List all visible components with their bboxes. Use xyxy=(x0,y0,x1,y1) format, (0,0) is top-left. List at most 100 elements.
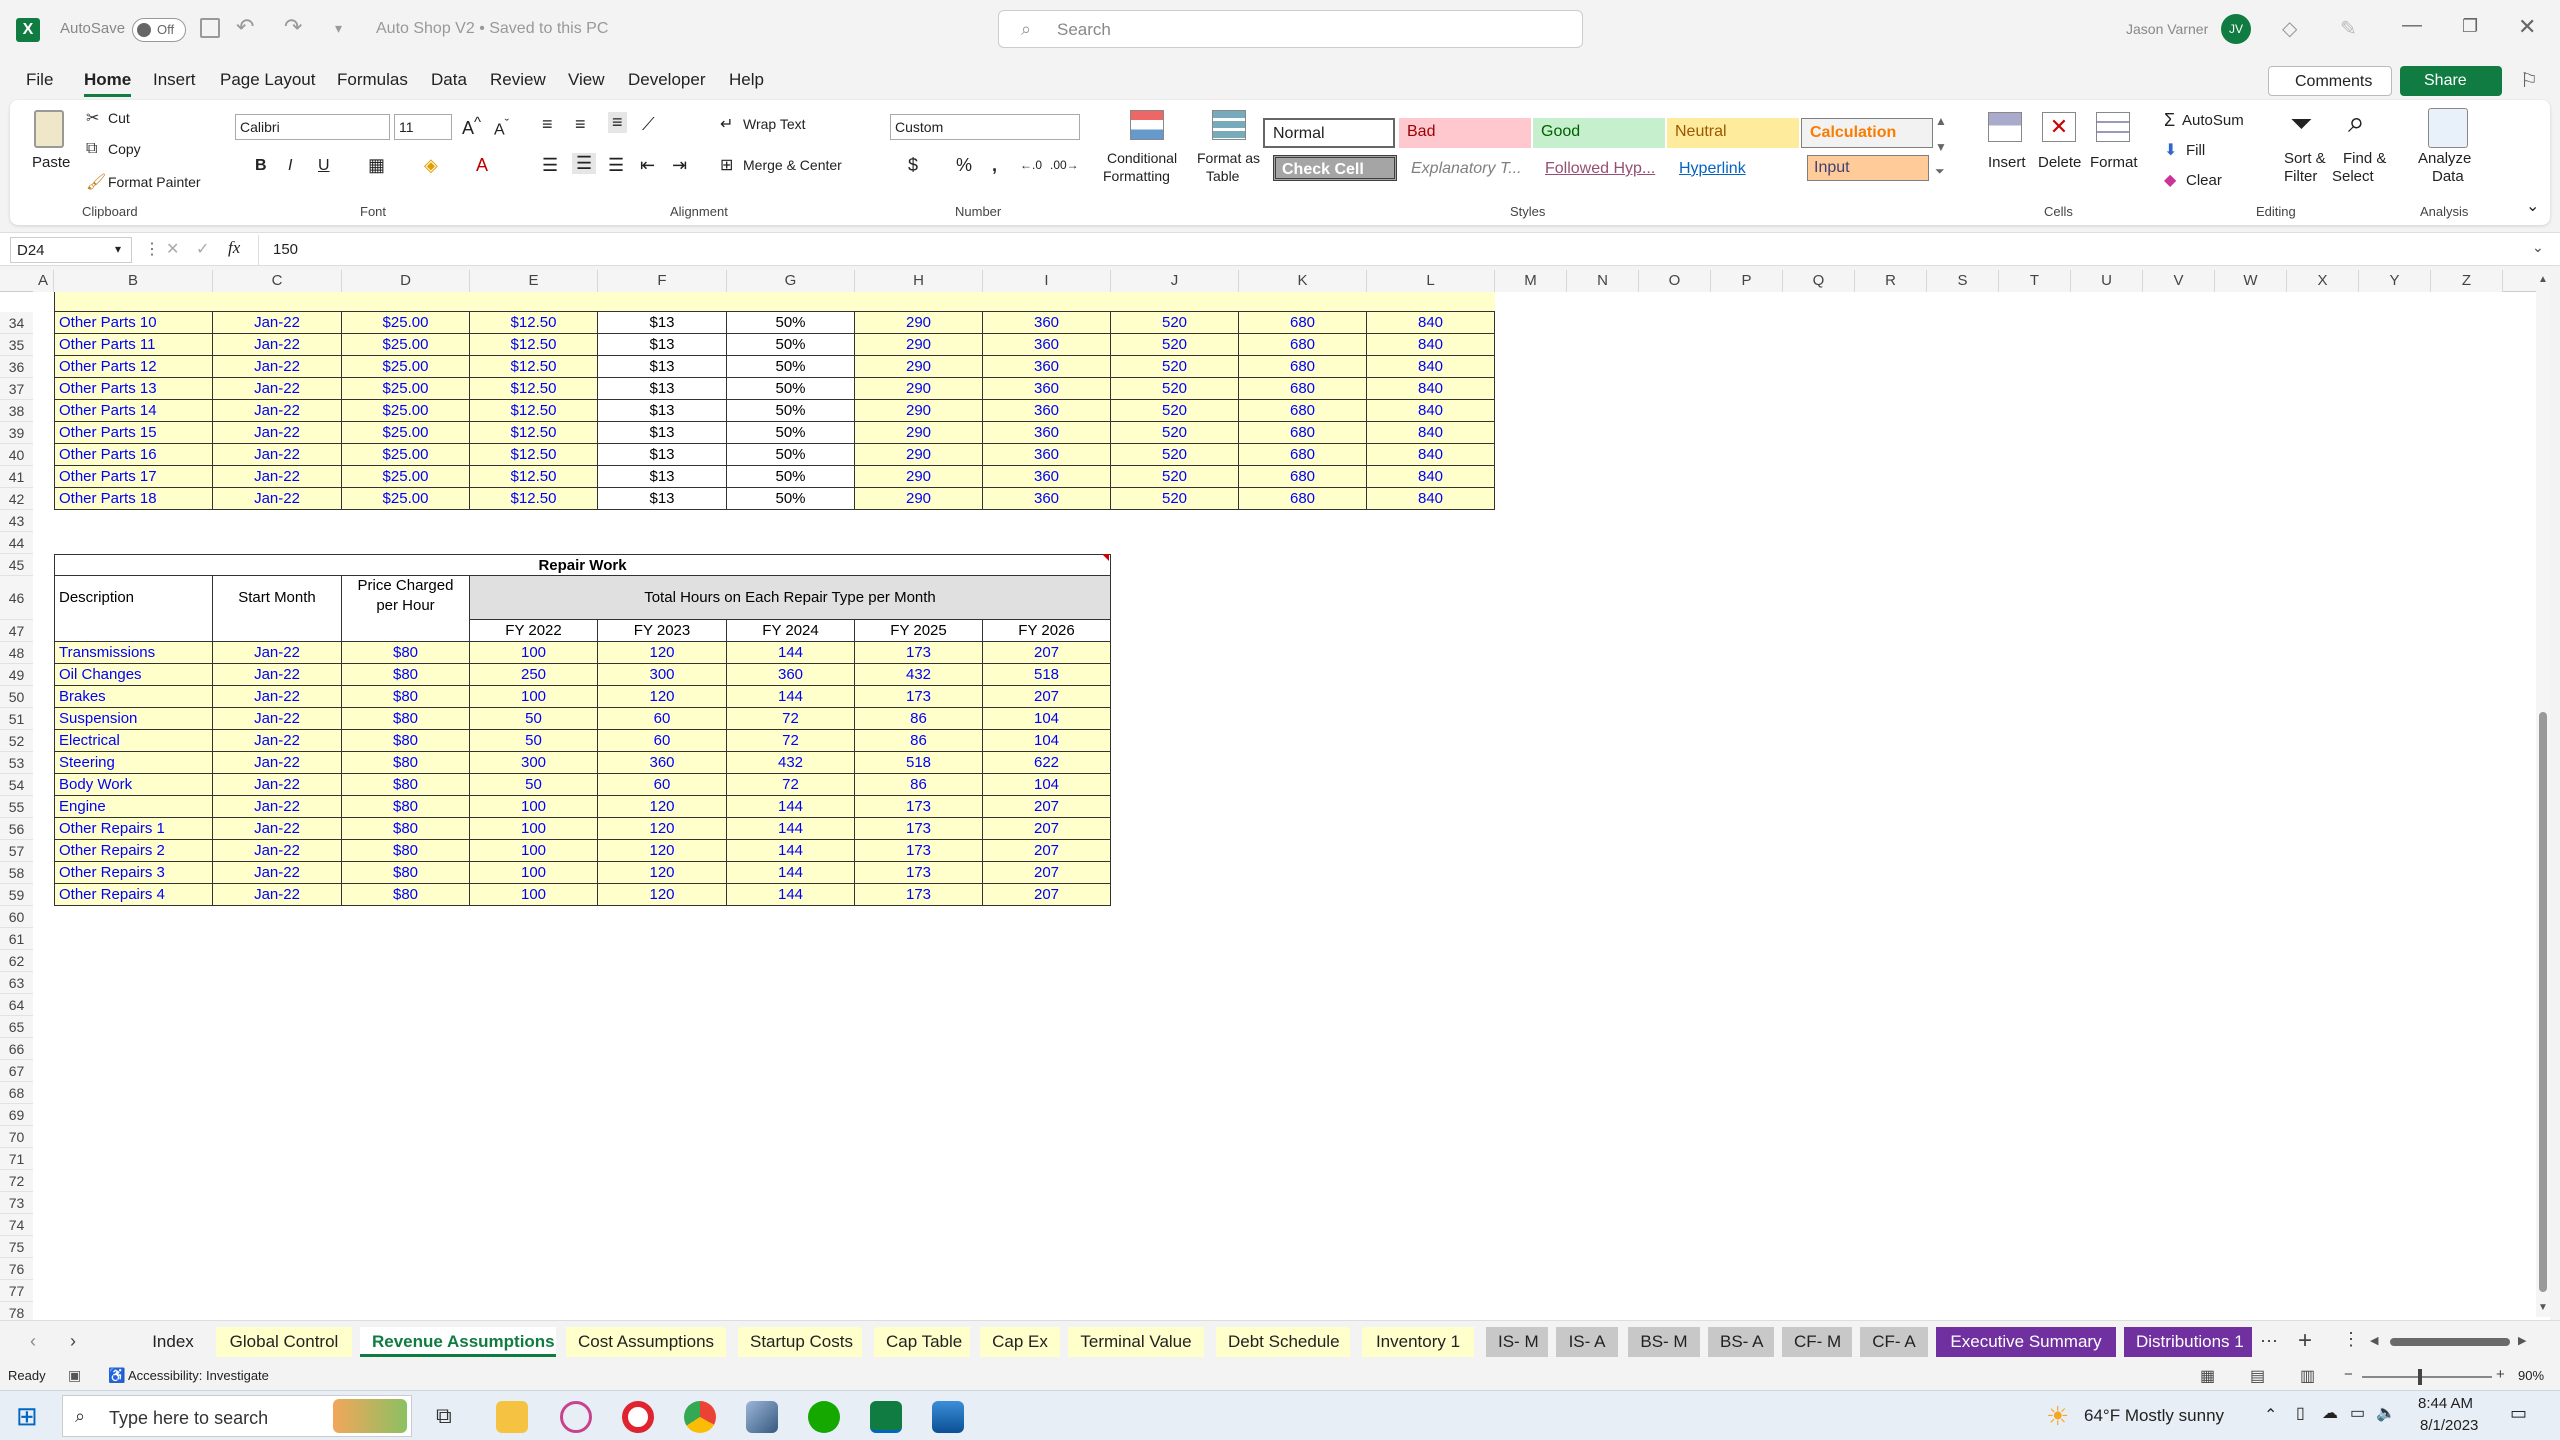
comments-button[interactable]: Comments xyxy=(2268,66,2392,96)
repair-price-cell[interactable]: $80 xyxy=(342,818,470,840)
repair-hours-cell[interactable]: 360 xyxy=(727,664,855,686)
zoom-level[interactable]: 90% xyxy=(2518,1368,2544,1383)
part-units-cell[interactable]: 680 xyxy=(1239,400,1367,422)
part-units-cell[interactable]: 840 xyxy=(1367,356,1495,378)
repair-hours-cell[interactable]: 250 xyxy=(470,664,598,686)
analyze-data-label[interactable]: Analyze xyxy=(2418,150,2471,167)
menu-help[interactable]: Help xyxy=(729,70,764,90)
repair-price-cell[interactable]: $80 xyxy=(342,686,470,708)
decrease-font-icon[interactable]: Aˇ xyxy=(494,116,509,139)
formula-input[interactable]: 150 xyxy=(258,235,2528,265)
repair-hours-cell[interactable]: 207 xyxy=(983,884,1111,906)
row-header[interactable]: 57 xyxy=(0,840,33,862)
part-units-cell[interactable]: 360 xyxy=(983,400,1111,422)
minimize-icon[interactable]: — xyxy=(2402,14,2422,37)
repair-hours-cell[interactable]: 173 xyxy=(855,862,983,884)
part-rounded-cell[interactable]: $13 xyxy=(598,400,727,422)
part-rounded-cell[interactable]: $13 xyxy=(598,444,727,466)
part-margin-cell[interactable]: 50% xyxy=(727,356,855,378)
menu-home[interactable]: Home xyxy=(84,70,132,97)
price-header[interactable]: Price Charged per Hour xyxy=(342,576,470,620)
part-rounded-cell[interactable]: $13 xyxy=(598,378,727,400)
autosum-icon[interactable]: Σ xyxy=(2164,110,2175,131)
insert-function-icon[interactable]: fx xyxy=(228,238,240,258)
cut-icon[interactable]: ✂ xyxy=(86,108,99,128)
sheet-options-icon[interactable]: ⋮ xyxy=(2342,1329,2360,1350)
weather-icon[interactable]: ☀ xyxy=(2046,1401,2069,1432)
styles-scroll-down-icon[interactable]: ▼ xyxy=(1935,140,1947,154)
part-units-cell[interactable]: 840 xyxy=(1367,444,1495,466)
part-name-cell[interactable]: Other Parts 14 xyxy=(54,400,213,422)
comma-icon[interactable]: , xyxy=(992,155,997,176)
collapse-ribbon-icon[interactable]: ⌄ xyxy=(2526,196,2539,216)
pen-app-icon[interactable] xyxy=(746,1401,778,1433)
sheet-tab[interactable]: BS- A xyxy=(1708,1327,1774,1357)
part-units-cell[interactable]: 360 xyxy=(983,422,1111,444)
repair-hours-cell[interactable]: 120 xyxy=(598,642,727,664)
row-header[interactable]: 68 xyxy=(0,1082,33,1104)
repair-price-cell[interactable]: $80 xyxy=(342,840,470,862)
repair-price-cell[interactable]: $80 xyxy=(342,752,470,774)
row-header[interactable]: 50 xyxy=(0,686,33,708)
part-price-cell[interactable]: $25.00 xyxy=(342,422,470,444)
row-header[interactable]: 71 xyxy=(0,1148,33,1170)
repair-hours-cell[interactable]: 100 xyxy=(470,796,598,818)
row-header[interactable]: 47 xyxy=(0,620,33,642)
restore-icon[interactable]: ❐ xyxy=(2462,16,2478,37)
part-units-cell[interactable]: 840 xyxy=(1367,378,1495,400)
tray-device-icon[interactable]: ▯ xyxy=(2296,1403,2305,1423)
repair-month-cell[interactable]: Jan-22 xyxy=(213,840,342,862)
sort-filter-icon[interactable]: ⏷ xyxy=(2290,108,2312,141)
repair-hours-cell[interactable]: 144 xyxy=(727,642,855,664)
wrap-text-label[interactable]: Wrap Text xyxy=(743,116,806,132)
increase-decimal-icon[interactable]: ←.0 xyxy=(1020,158,1042,172)
part-units-cell[interactable]: 520 xyxy=(1111,444,1239,466)
part-units-cell[interactable]: 840 xyxy=(1367,334,1495,356)
user-avatar[interactable]: JV xyxy=(2221,14,2251,44)
repair-name-cell[interactable]: Other Repairs 3 xyxy=(54,862,213,884)
analyze-data-label-2[interactable]: Data xyxy=(2432,168,2464,185)
cut-label[interactable]: Cut xyxy=(108,110,130,126)
confirm-entry-icon[interactable]: ✓ xyxy=(196,239,209,259)
excel-taskbar-icon[interactable] xyxy=(870,1401,902,1433)
part-units-cell[interactable]: 290 xyxy=(855,378,983,400)
repair-price-cell[interactable]: $80 xyxy=(342,708,470,730)
paste-icon[interactable] xyxy=(34,110,64,148)
row-header[interactable]: 67 xyxy=(0,1060,33,1082)
repair-hours-cell[interactable]: 50 xyxy=(470,730,598,752)
blank-header-cell[interactable] xyxy=(213,620,342,642)
part-units-cell[interactable]: 680 xyxy=(1239,356,1367,378)
repair-hours-cell[interactable]: 120 xyxy=(598,686,727,708)
part-margin-cell[interactable]: 50% xyxy=(727,444,855,466)
bold-icon[interactable]: B xyxy=(255,157,267,175)
part-units-cell[interactable]: 840 xyxy=(1367,312,1495,334)
row-header[interactable]: 59 xyxy=(0,884,33,906)
close-icon[interactable]: ✕ xyxy=(2518,14,2536,40)
style-explanatory[interactable]: Explanatory T... xyxy=(1403,155,1531,185)
part-units-cell[interactable]: 680 xyxy=(1239,312,1367,334)
description-header[interactable]: Description xyxy=(54,576,213,620)
part-units-cell[interactable]: 840 xyxy=(1367,466,1495,488)
sheet-tab[interactable]: CF- M xyxy=(1782,1327,1852,1357)
repair-hours-cell[interactable]: 72 xyxy=(727,730,855,752)
repair-hours-cell[interactable]: 173 xyxy=(855,884,983,906)
row-header[interactable]: 62 xyxy=(0,950,33,972)
row-header[interactable]: 45 xyxy=(0,554,33,576)
repair-hours-cell[interactable]: 86 xyxy=(855,774,983,796)
repair-month-cell[interactable]: Jan-22 xyxy=(213,862,342,884)
part-units-cell[interactable]: 520 xyxy=(1111,378,1239,400)
part-rounded-cell[interactable]: $13 xyxy=(598,466,727,488)
accessibility-icon[interactable]: ♿ xyxy=(108,1367,125,1384)
new-sheet-icon[interactable]: + xyxy=(2298,1327,2312,1355)
next-sheet-icon[interactable]: › xyxy=(70,1331,76,1352)
column-header[interactable]: Q xyxy=(1783,270,1855,292)
repair-hours-cell[interactable]: 144 xyxy=(727,862,855,884)
repair-name-cell[interactable]: Suspension xyxy=(54,708,213,730)
repair-hours-cell[interactable]: 86 xyxy=(855,708,983,730)
fill-icon[interactable]: ⬇ xyxy=(2164,140,2177,160)
repair-name-cell[interactable]: Other Repairs 2 xyxy=(54,840,213,862)
copy-label[interactable]: Copy xyxy=(108,141,141,157)
part-month-cell[interactable]: Jan-22 xyxy=(213,422,342,444)
sheet-tab[interactable]: Cap Ex xyxy=(980,1327,1060,1357)
underline-icon[interactable]: U xyxy=(318,157,330,175)
